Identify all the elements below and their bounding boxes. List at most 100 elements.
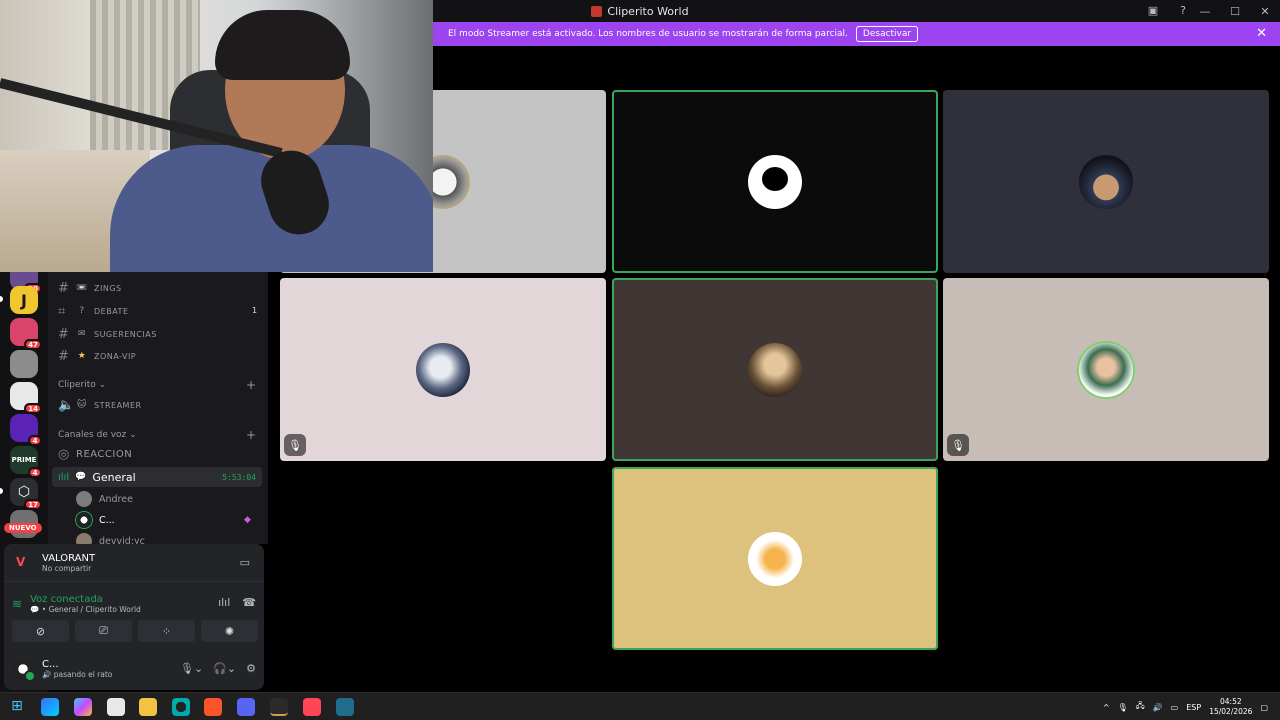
- participant-tile[interactable]: [612, 467, 938, 650]
- muted-icon: 🎙: [947, 434, 969, 456]
- headphones-icon[interactable]: 🎧⌄: [213, 662, 236, 675]
- channel-reaccion[interactable]: ◎ REACCION: [58, 445, 132, 463]
- channel-general[interactable]: ılıl 💬 General 5:53:04: [52, 467, 262, 487]
- participant-tile[interactable]: [612, 278, 938, 461]
- participant-tile[interactable]: [943, 90, 1269, 273]
- muted-icon: 🎙: [284, 434, 306, 456]
- channel-name: ZONA-VIP: [94, 351, 137, 361]
- store-icon[interactable]: [107, 698, 125, 716]
- channel-sugerencias[interactable]: # ✉ SUGERENCIAS: [58, 325, 157, 343]
- app-icon[interactable]: [172, 698, 190, 716]
- microphone-icon[interactable]: 🎙: [1118, 703, 1128, 712]
- notification-icon[interactable]: ▢: [1260, 703, 1268, 712]
- avatar: [76, 512, 92, 528]
- signal-icon[interactable]: ≋: [12, 597, 22, 611]
- clock[interactable]: 04:52 15/02/2026: [1209, 697, 1252, 717]
- valorant-icon[interactable]: [303, 698, 321, 716]
- channel-emoji: ✉: [77, 329, 87, 339]
- share-screen-icon[interactable]: ▭: [240, 556, 250, 569]
- channel-emoji: 💬: [75, 472, 87, 482]
- channel-streamer[interactable]: 🔈 🐱 STREAMER: [58, 396, 142, 414]
- channel-emoji: 🐱: [77, 400, 87, 410]
- close-icon[interactable]: ✕: [1256, 26, 1267, 41]
- start-icon[interactable]: ⊞: [8, 698, 26, 716]
- app-icon[interactable]: [270, 698, 288, 716]
- app-icon[interactable]: [336, 698, 354, 716]
- user-status: 🔊 pasando el rato: [42, 670, 113, 679]
- avatar: [76, 491, 92, 507]
- discord-icon[interactable]: [237, 698, 255, 716]
- unread-count: 1: [252, 306, 258, 315]
- webcam-video: [0, 0, 433, 272]
- microphone-icon[interactable]: 🎙⌄: [180, 662, 203, 675]
- minimize-button[interactable]: —: [1190, 5, 1220, 18]
- participant-tile[interactable]: 🎙: [943, 278, 1269, 461]
- server-icon[interactable]: J: [10, 286, 38, 314]
- participant-tile[interactable]: 🎙: [280, 278, 606, 461]
- mention-badge: 14: [24, 403, 42, 414]
- disconnect-icon[interactable]: ☎: [242, 596, 256, 609]
- participant-tile[interactable]: [612, 90, 938, 273]
- copilot-icon[interactable]: [74, 698, 92, 716]
- participant-avatar: [748, 531, 802, 586]
- volume-icon[interactable]: 🔊: [1153, 703, 1163, 712]
- chevron-up-icon[interactable]: ^: [1103, 703, 1110, 712]
- gear-icon[interactable]: ⚙: [246, 662, 256, 675]
- server-icon[interactable]: 14: [10, 382, 42, 414]
- voice-member[interactable]: C... ◆: [76, 510, 251, 530]
- user-info[interactable]: C... 🔊 pasando el rato 🎙⌄ 🎧⌄ ⚙: [12, 654, 260, 684]
- clock-time: 04:52: [1220, 697, 1242, 706]
- activities-button[interactable]: ⁘: [138, 620, 195, 642]
- channel-zona-vip[interactable]: # ★ ZONA-VIP: [58, 347, 136, 365]
- share-screen-button[interactable]: ⎚: [75, 620, 132, 642]
- channel-debate[interactable]: ⌗ ? DEBATE: [58, 302, 129, 320]
- channel-emoji: ★: [77, 351, 87, 361]
- activity-card[interactable]: V VALORANT No compartir ▭: [4, 544, 264, 582]
- noise-suppression-icon[interactable]: ılıl: [218, 596, 230, 609]
- voice-member[interactable]: devvid:yc: [76, 531, 145, 544]
- network-icon[interactable]: 🖧: [1136, 700, 1145, 714]
- server-icon[interactable]: ⬡ 17: [10, 478, 42, 510]
- maximize-button[interactable]: ☐: [1220, 5, 1250, 18]
- close-window-button[interactable]: ✕: [1250, 5, 1280, 18]
- help-icon[interactable]: ?: [1176, 4, 1190, 18]
- category-voice[interactable]: Canales de voz ⌄: [58, 430, 137, 440]
- category-label: Canales de voz: [58, 430, 127, 440]
- system-tray: ^ 🎙 🖧 🔊 ▭ ESP 04:52 15/02/2026 ▢: [1103, 693, 1268, 720]
- add-channel-icon[interactable]: +: [246, 378, 256, 392]
- server-icon[interactable]: 4: [10, 414, 42, 446]
- participant-avatar: [748, 154, 802, 209]
- hash-icon: #: [58, 348, 70, 364]
- stage-icon: ◎: [58, 446, 70, 462]
- language-indicator[interactable]: ESP: [1186, 703, 1201, 712]
- category-cliperito[interactable]: Cliperito ⌄: [58, 380, 106, 390]
- voice-status: Voz conectada: [30, 594, 103, 605]
- screen-icon[interactable]: ▣: [1146, 4, 1160, 18]
- avatar: [76, 533, 92, 544]
- folder-icon[interactable]: [139, 698, 157, 716]
- app-icon[interactable]: [41, 698, 59, 716]
- camera-off-button[interactable]: ⊘: [12, 620, 69, 642]
- hash-icon: #: [58, 280, 70, 296]
- server-letter: PRIME: [11, 456, 37, 464]
- voice-connection: ≋ Voz conectada 💬 • General / Cliperito …: [12, 590, 260, 618]
- speaker-icon: 🔈: [58, 397, 75, 413]
- voice-member[interactable]: Andree: [76, 489, 133, 509]
- soundboard-button[interactable]: ✺: [201, 620, 258, 642]
- server-icon[interactable]: PRIME 4: [10, 446, 42, 478]
- voice-channel-text: General / Cliperito World: [48, 605, 141, 614]
- add-channel-icon[interactable]: +: [246, 428, 256, 442]
- server-icon[interactable]: [10, 350, 38, 378]
- window-title-text: Cliperito World: [607, 4, 689, 18]
- channel-zings[interactable]: # 📼 ZINGS: [58, 279, 122, 297]
- server-icon[interactable]: 47: [10, 318, 42, 350]
- hash-icon: #: [58, 326, 70, 342]
- mention-badge: 47: [24, 339, 42, 350]
- battery-icon[interactable]: ▭: [1171, 703, 1179, 712]
- deactivate-button[interactable]: Desactivar: [855, 26, 919, 42]
- channel-name: General: [92, 470, 136, 484]
- participant-avatar: [1079, 342, 1133, 397]
- avatar: [12, 658, 36, 682]
- brave-icon[interactable]: [204, 698, 222, 716]
- voice-channel-path[interactable]: 💬 • General / Cliperito World: [30, 605, 141, 614]
